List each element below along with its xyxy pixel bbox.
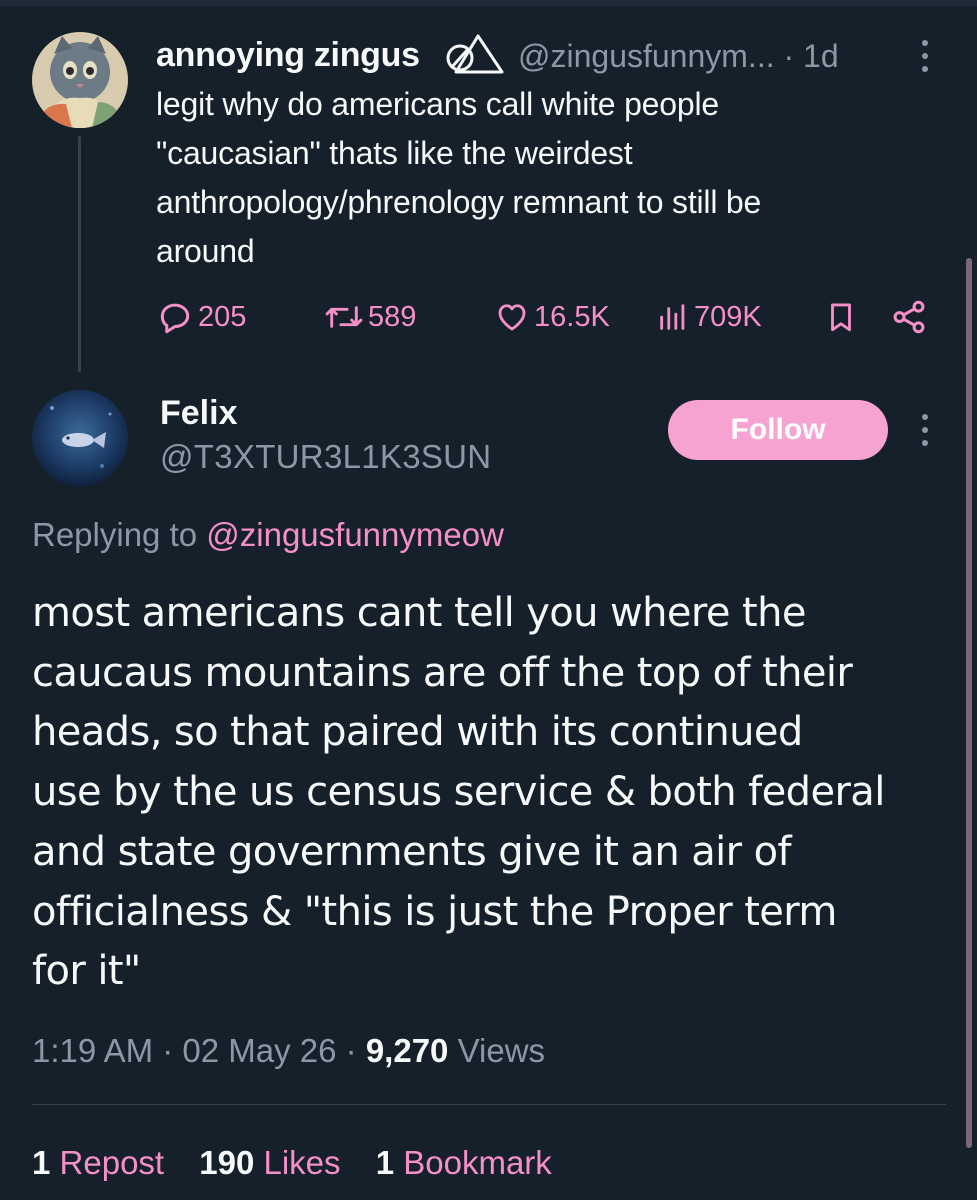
like-count: 16.5K [534, 300, 610, 333]
tweet-text-line: officialness & "this is just the Proper … [32, 888, 837, 935]
author-display-name[interactable]: annoying zingus [156, 36, 420, 75]
reposts-stat[interactable]: 1 Repost [32, 1144, 164, 1181]
tweet-text-line: heads, so that paired with its continued [32, 709, 803, 756]
more-options-icon[interactable] [912, 36, 938, 76]
likes-stat[interactable]: 190 Likes [199, 1144, 340, 1181]
bookmarks-stat[interactable]: 1 Bookmark [376, 1144, 552, 1181]
bookmark-icon [831, 303, 851, 332]
like-button[interactable]: 16.5K [494, 294, 610, 340]
repost-count: 589 [368, 300, 417, 333]
avatar[interactable] [32, 390, 128, 486]
tweet-text-line: around [156, 233, 255, 269]
tweet-text-line: anthropology/phrenology remnant to still… [156, 184, 762, 220]
engagement-stats: 1 Repost 190 Likes 1 Bookmark [32, 1144, 578, 1182]
share-icon [893, 300, 925, 334]
bookmarks-label: Bookmark [403, 1144, 552, 1181]
tweet-text-line: "caucasian" thats like the weirdest [156, 135, 633, 171]
bookmarks-count: 1 [375, 1144, 395, 1181]
likes-count: 190 [199, 1144, 255, 1181]
more-options-icon[interactable] [912, 410, 938, 450]
tweet-time[interactable]: 1:19 AM [32, 1032, 153, 1069]
likes-label: Likes [263, 1144, 341, 1181]
no-symbol-triangle-icon [444, 30, 504, 81]
tweet-age[interactable]: · 1d [783, 38, 838, 74]
scrollbar[interactable] [966, 258, 972, 1148]
top-divider [0, 0, 977, 6]
reposts-label: Repost [59, 1144, 165, 1181]
cat-avatar-image [32, 32, 128, 128]
bookmark-button[interactable] [824, 294, 858, 340]
tweet-text-line: most americans cant tell you where the [32, 590, 806, 636]
reply-count: 205 [198, 300, 247, 333]
reply-tweet-text: most americans cant tell you where the c… [32, 584, 962, 1002]
repost-button[interactable]: 589 [324, 294, 416, 340]
author-handle-and-time[interactable]: @zingusfunnym... · 1d [518, 38, 839, 75]
view-count: 709K [694, 300, 762, 333]
reposts-count: 1 [32, 1144, 51, 1181]
replying-to-mention-link[interactable]: @zingusfunnymeow [206, 516, 504, 553]
views-button[interactable]: 709K [656, 294, 762, 340]
tweet-text-line: use by the us census service & both fede… [32, 769, 885, 816]
repost-icon [325, 306, 363, 328]
views-label: Views [457, 1032, 546, 1069]
divider [32, 1104, 946, 1105]
author-display-name[interactable]: Felix [160, 394, 237, 433]
parent-tweet-text: legit why do americans call white people… [156, 80, 946, 276]
heart-icon [498, 304, 526, 331]
replying-to-prefix: Replying to [32, 516, 207, 553]
analytics-icon [660, 304, 685, 330]
tweet-text-line: and state governments give it an air of [32, 828, 792, 875]
reply-icon [160, 303, 190, 334]
tweet-text-line: legit why do americans call white people [156, 86, 719, 122]
follow-button[interactable]: Follow [668, 400, 888, 460]
replying-to-line: Replying to @zingusfunnymeow [32, 516, 504, 554]
tweet-actions-bar: 205 589 16.5K 709K [156, 294, 936, 340]
tweet-metadata: 1:19 AM · 02 May 26 · 9,270 Views [32, 1032, 546, 1069]
share-button[interactable] [890, 294, 928, 340]
tweet-text-line: for it" [32, 948, 141, 995]
fish-avatar-image [32, 390, 128, 486]
author-handle[interactable]: @T3XTUR3L1K3SUN [160, 438, 491, 476]
author-handle[interactable]: @zingusfunnym... [518, 38, 775, 74]
thread-connector-line [78, 136, 81, 372]
views-count: 9,270 [365, 1032, 449, 1069]
tweet-date[interactable]: 02 May 26 [182, 1032, 336, 1069]
avatar[interactable] [32, 32, 128, 128]
reply-button[interactable]: 205 [156, 294, 246, 340]
tweet-text-line: caucaus mountains are off the top of the… [32, 649, 853, 696]
